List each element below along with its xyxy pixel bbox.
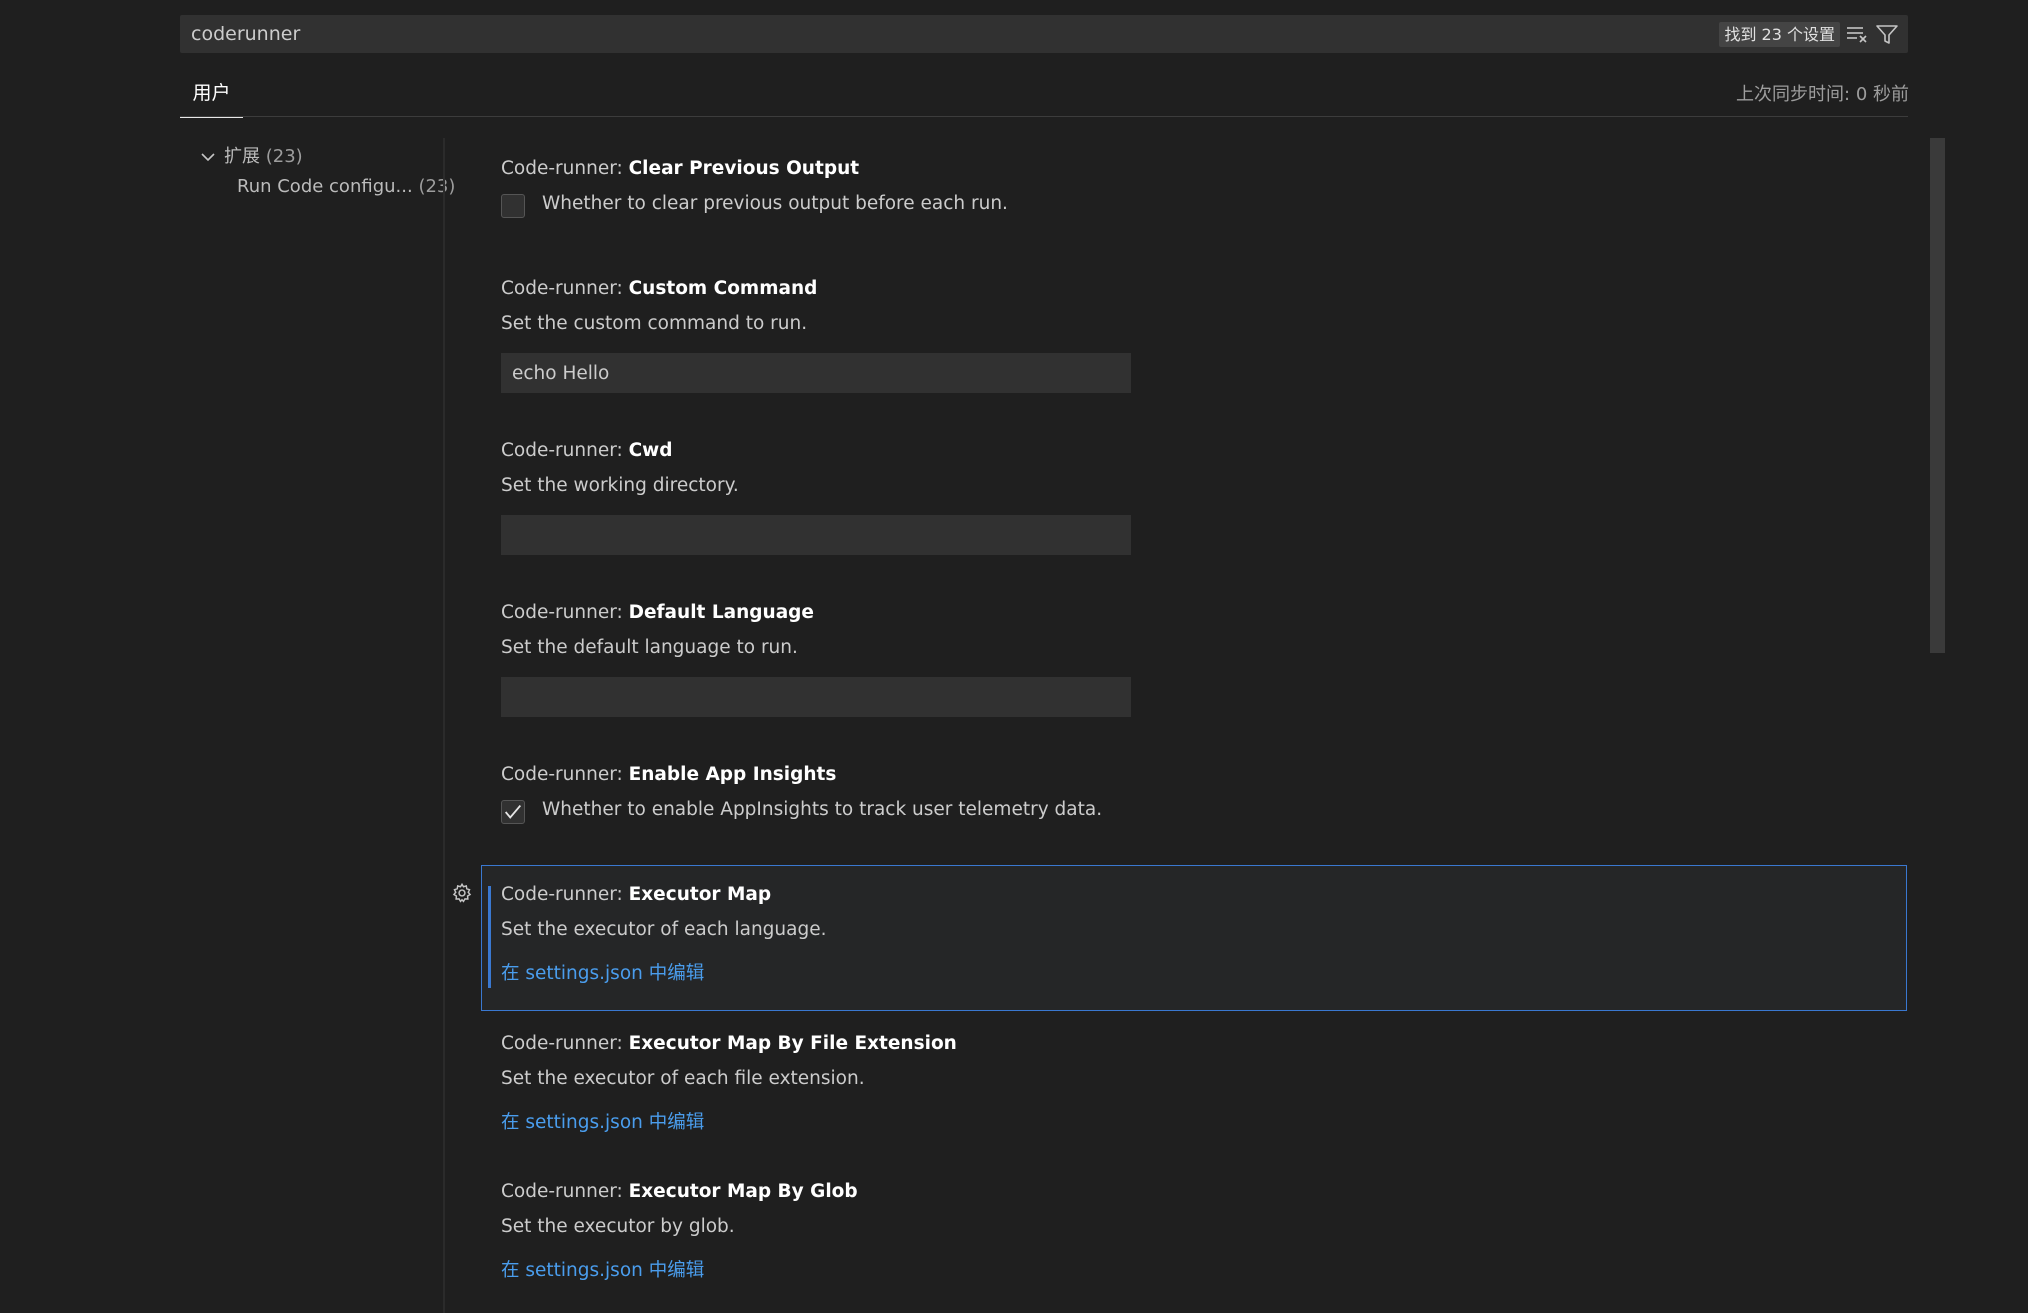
sync-status: 上次同步时间: 0 秒前: [1736, 84, 1909, 105]
cwd-input[interactable]: [501, 515, 1131, 555]
edit-in-settings-json-link[interactable]: 在 settings.json 中编辑: [501, 959, 704, 985]
toc-run-code-label: Run Code configu...: [237, 176, 413, 197]
setting-description: Set the executor of each language.: [501, 919, 827, 940]
clear-previous-output-checkbox[interactable]: [501, 194, 525, 218]
toc-divider: [443, 138, 445, 1313]
setting-description: Whether to clear previous output before …: [542, 193, 1008, 214]
setting-title: Code-runner: Executor Map: [501, 884, 772, 905]
toc-item-extensions[interactable]: 扩展 (23): [198, 142, 303, 168]
settings-search-bar: 找到 23 个设置: [180, 15, 1908, 53]
tabs-divider: [180, 116, 1908, 117]
settings-search-input[interactable]: [180, 15, 1680, 53]
toc-extensions-count: (23): [265, 146, 303, 167]
setting-title: Code-runner: Executor Map By File Extens…: [501, 1033, 957, 1054]
setting-description: Set the default language to run.: [501, 637, 798, 658]
filter-icon[interactable]: [1874, 21, 1900, 47]
enable-app-insights-checkbox[interactable]: [501, 800, 525, 824]
toc-extensions-label: 扩展: [224, 146, 260, 167]
setting-description: Set the custom command to run.: [501, 313, 808, 334]
clear-filter-icon[interactable]: [1844, 21, 1870, 47]
scrollbar-thumb[interactable]: [1930, 138, 1945, 653]
edit-in-settings-json-link[interactable]: 在 settings.json 中编辑: [501, 1108, 704, 1134]
focus-indicator: [488, 886, 491, 988]
gear-icon[interactable]: [451, 882, 473, 904]
setting-title: Code-runner: Enable App Insights: [501, 764, 837, 785]
chevron-down-icon: [201, 153, 215, 162]
setting-description: Set the executor by glob.: [501, 1216, 735, 1237]
setting-description: Set the executor of each file extension.: [501, 1068, 865, 1089]
tab-user[interactable]: 用户: [180, 78, 243, 118]
setting-description: Whether to enable AppInsights to track u…: [542, 799, 1103, 820]
setting-title: Code-runner: Custom Command: [501, 278, 818, 299]
custom-command-input[interactable]: [501, 353, 1131, 393]
setting-title: Code-runner: Default Language: [501, 602, 814, 623]
check-icon: [504, 804, 522, 819]
default-language-input[interactable]: [501, 677, 1131, 717]
setting-title: Code-runner: Clear Previous Output: [501, 158, 860, 179]
edit-in-settings-json-link[interactable]: 在 settings.json 中编辑: [501, 1256, 704, 1282]
toc-run-code-count: (23): [418, 176, 456, 197]
setting-description: Set the working directory.: [501, 475, 739, 496]
search-result-count: 找到 23 个设置: [1719, 22, 1840, 47]
setting-title: Code-runner: Cwd: [501, 440, 673, 461]
toc-item-run-code[interactable]: Run Code configu... (23): [237, 176, 455, 197]
setting-title: Code-runner: Executor Map By Glob: [501, 1181, 858, 1202]
